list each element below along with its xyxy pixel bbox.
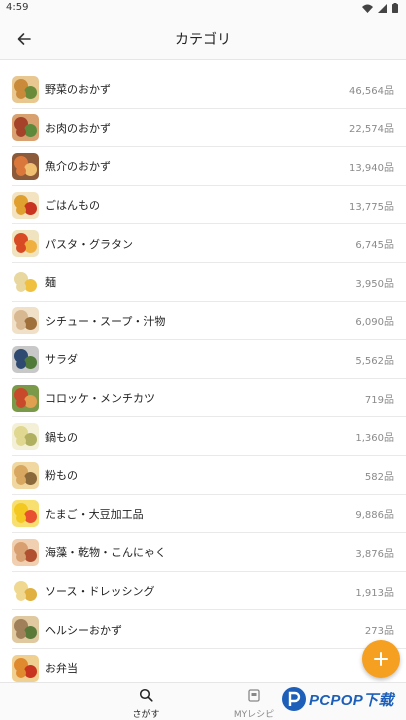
status-time: 4:59	[6, 2, 29, 13]
category-thumbnail	[12, 114, 39, 142]
category-count: 3,876品	[355, 548, 394, 560]
category-count: 9,886品	[355, 510, 394, 522]
category-thumbnail	[12, 461, 39, 489]
category-label: 麺	[45, 276, 56, 290]
category-label: お肉のおかず	[45, 121, 111, 135]
category-row[interactable]: 鍋もの 1,360品	[0, 417, 406, 456]
category-thumbnail	[12, 152, 39, 180]
plus-icon	[374, 652, 388, 666]
battery-icon	[392, 3, 398, 13]
category-thumbnail	[12, 423, 39, 451]
category-count: 3,950品	[355, 278, 394, 290]
category-thumbnail	[12, 191, 39, 219]
category-row[interactable]: 魚介のおかず 13,940品	[0, 147, 406, 186]
category-row[interactable]: コロッケ・メンチカツ 719品	[0, 379, 406, 418]
category-thumbnail	[12, 230, 39, 258]
category-row[interactable]: ごはんもの 13,775品	[0, 186, 406, 225]
category-count: 22,574品	[349, 124, 394, 136]
recipe-book-icon	[248, 689, 260, 702]
category-row[interactable]: ヘルシーおかず 273品	[0, 610, 406, 649]
category-row[interactable]: お肉のおかず 22,574品	[0, 109, 406, 148]
category-label: コロッケ・メンチカツ	[45, 392, 155, 406]
category-thumbnail	[12, 384, 39, 412]
category-thumbnail	[12, 654, 39, 682]
watermark-logo-icon	[282, 687, 306, 711]
category-thumbnail	[12, 616, 39, 644]
category-count: 6,090品	[355, 317, 394, 329]
add-recipe-button[interactable]	[362, 640, 400, 678]
category-label: パスタ・グラタン	[45, 237, 133, 251]
category-label: サラダ	[45, 353, 78, 367]
category-row[interactable]: 麺 3,950品	[0, 263, 406, 302]
category-label: ヘルシーおかず	[45, 623, 122, 637]
category-label: 粉もの	[45, 469, 78, 483]
status-bar: 4:59	[0, 0, 406, 18]
category-row[interactable]: 粉もの 582品	[0, 456, 406, 495]
category-row[interactable]: パスタ・グラタン 6,745品	[0, 224, 406, 263]
category-thumbnail	[12, 307, 39, 335]
category-row[interactable]: たまご・大豆加工品 9,886品	[0, 495, 406, 534]
status-icons	[362, 3, 398, 13]
category-list: 野菜のおかず 46,564品お肉のおかず 22,574品魚介のおかず 13,940品ご…	[0, 70, 406, 688]
page-title: カテゴリ	[175, 32, 231, 48]
category-count: 719品	[364, 394, 394, 406]
category-thumbnail	[12, 500, 39, 528]
category-label: 海藻・乾物・こんにゃく	[45, 546, 166, 560]
app-bar: カテゴリ	[0, 18, 406, 60]
category-thumbnail	[12, 345, 39, 373]
category-row[interactable]: ソース・ドレッシング 1,913品	[0, 572, 406, 611]
watermark-text: PCPOP下载	[309, 691, 394, 709]
category-count: 6,745品	[355, 240, 394, 252]
category-count: 5,562品	[355, 355, 394, 367]
search-icon	[139, 688, 153, 702]
category-row[interactable]: シチュー・スープ・汁物 6,090品	[0, 302, 406, 341]
category-label: 魚介のおかず	[45, 160, 111, 174]
category-thumbnail	[12, 268, 39, 296]
category-count: 13,775品	[349, 201, 394, 213]
category-thumbnail	[12, 75, 39, 103]
category-count: 46,564品	[349, 85, 394, 97]
category-label: たまご・大豆加工品	[45, 507, 144, 521]
watermark: PCPOP下载	[282, 684, 394, 714]
category-row[interactable]: サラダ 5,562品	[0, 340, 406, 379]
category-label: シチュー・スープ・汁物	[45, 314, 166, 328]
category-label: お弁当	[45, 662, 78, 676]
category-count: 13,940品	[349, 162, 394, 174]
category-count: 582品	[364, 471, 394, 483]
category-thumbnail	[12, 577, 39, 605]
signal-icon	[378, 3, 387, 13]
category-label: 鍋もの	[45, 430, 78, 444]
category-count: 273品	[364, 626, 394, 638]
nav-search[interactable]: さがす	[106, 687, 186, 720]
category-count: 1,913品	[355, 587, 394, 599]
category-row[interactable]: 野菜のおかず 46,564品	[0, 70, 406, 109]
category-row[interactable]: 海藻・乾物・こんにゃく 3,876品	[0, 533, 406, 572]
category-label: 野菜のおかず	[45, 83, 111, 97]
category-label: ソース・ドレッシング	[45, 585, 155, 599]
nav-search-label: さがす	[132, 710, 160, 720]
category-label: ごはんもの	[45, 199, 100, 213]
wifi-icon	[362, 4, 373, 13]
category-count: 1,360品	[355, 433, 394, 445]
category-thumbnail	[12, 538, 39, 566]
